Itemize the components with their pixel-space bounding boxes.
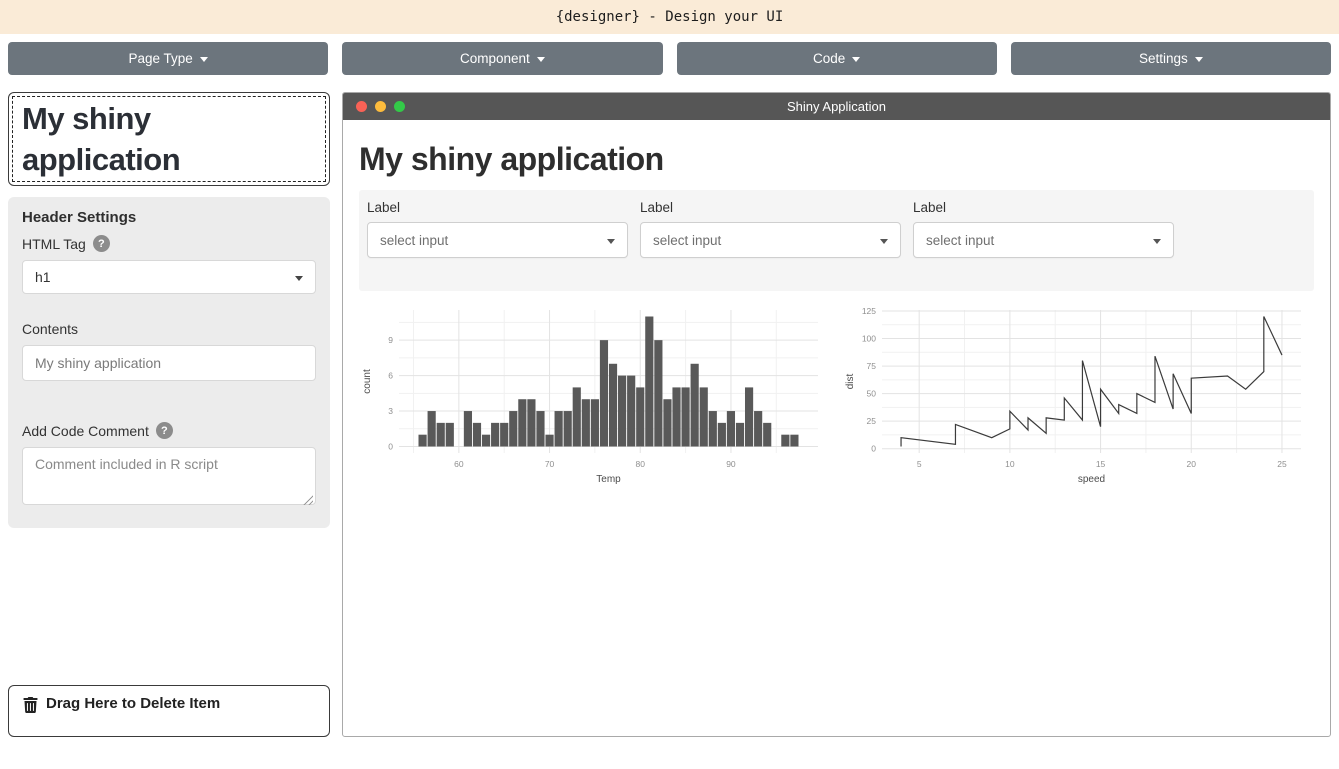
svg-text:9: 9 — [388, 335, 393, 345]
page-title: My shiny application — [359, 141, 1314, 178]
chevron-down-icon — [852, 57, 860, 62]
component-dropdown-button[interactable]: Component — [342, 42, 662, 75]
header-settings-panel: Header Settings HTML Tag ? h1 Contents A… — [8, 197, 330, 528]
code-dropdown-button[interactable]: Code — [677, 42, 997, 75]
page-type-dropdown-button[interactable]: Page Type — [8, 42, 328, 75]
shiny-app-window: Shiny Application My shiny application L… — [342, 92, 1331, 737]
speed-dist-line-plot: 5 10 15 20 25 0 25 50 75 100 125 speed dist — [842, 301, 1313, 492]
main-content: My shiny application Header Settings HTM… — [0, 92, 1339, 737]
window-body: My shiny application Label select input … — [343, 120, 1330, 736]
trash-icon — [23, 697, 38, 713]
html-tag-label-row: HTML Tag ? — [22, 235, 316, 252]
svg-text:15: 15 — [1096, 459, 1106, 469]
code-comment-wrapper — [22, 439, 316, 510]
sidebar: My shiny application Header Settings HTM… — [8, 92, 330, 737]
svg-text:count: count — [362, 369, 373, 394]
svg-text:75: 75 — [867, 361, 877, 371]
svg-text:0: 0 — [388, 442, 393, 452]
chevron-down-icon — [880, 239, 888, 244]
select-input-dropdown[interactable]: select input — [367, 222, 628, 258]
svg-text:0: 0 — [871, 444, 876, 454]
chevron-down-icon — [295, 276, 303, 281]
drag-selection-outline: My shiny application — [12, 96, 326, 182]
select-input-placeholder: select input — [380, 233, 448, 248]
contents-label: Contents — [22, 321, 78, 337]
svg-text:6: 6 — [388, 371, 393, 381]
code-comment-label: Add Code Comment — [22, 423, 149, 439]
svg-text:50: 50 — [867, 389, 877, 399]
html-tag-value: h1 — [35, 269, 51, 285]
window-titlebar: Shiny Application — [343, 93, 1330, 120]
code-comment-label-row: Add Code Comment ? — [22, 422, 316, 439]
settings-dropdown-button[interactable]: Settings — [1011, 42, 1331, 75]
svg-text:5: 5 — [917, 459, 922, 469]
html-tag-select[interactable]: h1 — [22, 260, 316, 294]
svg-text:90: 90 — [726, 459, 736, 469]
selected-header-item[interactable]: My shiny application — [8, 92, 330, 186]
svg-text:10: 10 — [1005, 459, 1015, 469]
toolbar: Page Type Component Code Settings — [0, 34, 1339, 75]
help-icon[interactable]: ? — [156, 422, 173, 439]
chevron-down-icon — [607, 239, 615, 244]
chevron-down-icon — [1195, 57, 1203, 62]
svg-text:25: 25 — [867, 416, 877, 426]
select-input-column: Label select input — [367, 200, 640, 281]
svg-text:60: 60 — [454, 459, 464, 469]
speed-dist-line-svg: 5 10 15 20 25 0 25 50 75 100 125 speed dist — [842, 301, 1313, 487]
select-input-label: Label — [367, 200, 640, 215]
delete-drop-zone[interactable]: Drag Here to Delete Item — [8, 685, 330, 737]
chevron-down-icon — [1153, 239, 1161, 244]
contents-input[interactable] — [22, 345, 316, 381]
select-input-label: Label — [913, 200, 1186, 215]
select-input-placeholder: select input — [926, 233, 994, 248]
app-title-bar: {designer} - Design your UI — [0, 0, 1339, 34]
header-preview-text: My shiny application — [22, 98, 316, 180]
svg-text:speed: speed — [1078, 474, 1105, 485]
code-comment-textarea[interactable] — [22, 447, 316, 505]
settings-label: Settings — [1139, 51, 1188, 66]
svg-text:100: 100 — [862, 334, 876, 344]
html-tag-label: HTML Tag — [22, 236, 86, 252]
temp-histogram-svg: 60 70 80 90 0 3 6 9 Temp count — [359, 301, 830, 487]
svg-text:20: 20 — [1187, 459, 1197, 469]
code-label: Code — [813, 51, 845, 66]
svg-text:Temp: Temp — [596, 474, 621, 485]
temp-histogram-plot: 60 70 80 90 0 3 6 9 Temp count — [359, 301, 830, 492]
component-label: Component — [460, 51, 530, 66]
select-input-dropdown[interactable]: select input — [913, 222, 1174, 258]
select-input-column: Label select input — [913, 200, 1186, 281]
select-input-column: Label select input — [640, 200, 913, 281]
select-input-dropdown[interactable]: select input — [640, 222, 901, 258]
app-title: {designer} - Design your UI — [556, 9, 784, 25]
chevron-down-icon — [200, 57, 208, 62]
plots-row: 60 70 80 90 0 3 6 9 Temp count 5 10 15 20 25 0 25 50 75 10… — [359, 301, 1314, 492]
select-input-label: Label — [640, 200, 913, 215]
svg-text:80: 80 — [636, 459, 646, 469]
select-input-placeholder: select input — [653, 233, 721, 248]
svg-text:dist: dist — [845, 373, 856, 389]
chevron-down-icon — [537, 57, 545, 62]
delete-drop-label: Drag Here to Delete Item — [46, 695, 220, 727]
help-icon[interactable]: ? — [93, 235, 110, 252]
window-title: Shiny Application — [343, 99, 1330, 114]
panel-title: Header Settings — [22, 209, 316, 226]
page-type-label: Page Type — [128, 51, 192, 66]
svg-text:25: 25 — [1277, 459, 1287, 469]
inputs-well-panel: Label select input Label select input — [359, 190, 1314, 291]
svg-text:3: 3 — [388, 406, 393, 416]
svg-text:70: 70 — [545, 459, 555, 469]
contents-label-row: Contents — [22, 321, 316, 337]
svg-text:125: 125 — [862, 306, 876, 316]
